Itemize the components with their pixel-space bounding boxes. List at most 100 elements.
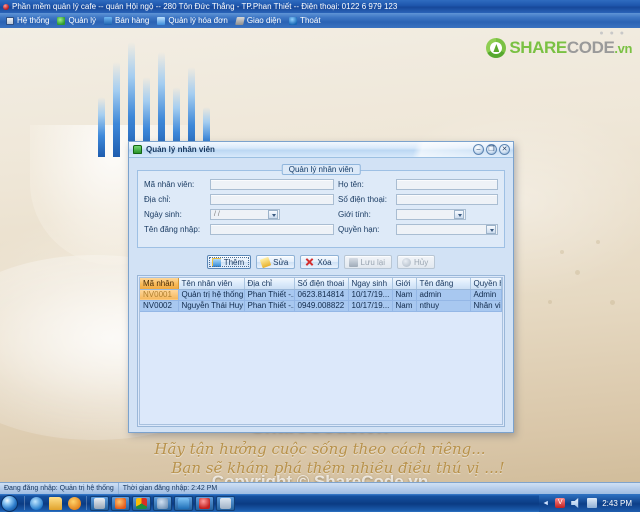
cell-gioi[interactable]: Nam [392,300,417,312]
mdi-client-area: ● ● ● SHARE CODE .vn Quản lý nhân viên –… [0,28,640,482]
menu-label: Quản lý hóa đơn [168,16,228,25]
combo-quyen-han[interactable] [396,224,498,235]
media-player-icon[interactable] [68,496,81,510]
cell-so-dien-thoai[interactable]: 0949.008822 [294,300,349,312]
recycle-logo-icon [486,38,507,58]
employee-table-body: NV0001 Quản trị hệ thống Phan Thiết -...… [140,289,502,312]
input-dia-chi[interactable] [210,194,334,205]
logo-code-text: CODE [566,38,615,57]
datepicker-ngay-sinh[interactable]: / / [210,209,280,220]
column-header-ma-nhan[interactable]: Mã nhân [140,278,179,290]
menu-item-ban-hang[interactable]: Bán hàng [101,13,154,28]
dialog-window-buttons: – ❐ ✕ [473,144,510,155]
app-icon [3,3,9,10]
maximize-button[interactable]: ❐ [486,144,497,155]
unikey-icon[interactable]: V [555,498,566,508]
start-button[interactable] [1,494,18,512]
close-button[interactable]: ✕ [499,144,510,155]
table-header-row: Mã nhân Tên nhân viên Địa chỉ Số điện th… [140,278,502,290]
employee-grid[interactable]: Mã nhân Tên nhân viên Địa chỉ Số điện th… [139,277,503,425]
groupbox-title: Quản lý nhân viên [281,164,361,175]
cell-gioi[interactable]: Nam [392,289,417,301]
file-explorer-icon[interactable] [49,496,62,510]
column-header-ngay-sinh[interactable]: Ngay sinh [348,278,393,290]
input-ten-dang-nhap[interactable] [210,224,334,235]
taskbar-clock[interactable]: 2:43 PM [600,499,637,508]
label-ho-ten: Họ tên: [338,180,364,189]
cell-quyen-han[interactable]: Nhân viên [470,300,502,312]
menu-item-quan-ly-hoa-don[interactable]: Quản lý hóa đơn [154,13,233,28]
employee-icon [133,145,142,154]
menu-item-quan-ly[interactable]: Quản lý [54,13,101,28]
taskbar-task-chrome[interactable] [132,495,151,511]
taskbar-divider [24,496,25,510]
taskbar-task-cafe-app[interactable] [195,495,214,511]
taskbar-task-skype[interactable] [174,495,193,511]
delete-button[interactable]: Xóa [300,255,339,269]
chevron-down-icon[interactable] [268,210,278,219]
sharecode-logo: SHARE CODE .vn [486,38,632,58]
label-gioi-tinh: Giới tính: [338,210,371,219]
table-row[interactable]: NV0001 Quản trị hệ thống Phan Thiết -...… [140,289,502,301]
column-header-so-dien-thoai[interactable]: Số điện thoai [294,278,349,290]
input-ho-ten[interactable] [396,179,498,190]
menu-label: Thoát [300,16,321,25]
menu-label: Quản lý [68,16,97,25]
cell-so-dien-thoai[interactable]: 0623.814814 [294,289,349,301]
chrome-icon [136,497,147,509]
taskbar-task-save-app[interactable] [90,495,109,511]
taskbar-task-window[interactable] [216,495,235,511]
cell-ma-nhan[interactable]: NV0002 [140,300,179,312]
taskbar-task-firefox[interactable] [111,495,130,511]
menu-item-thoat[interactable]: Thoát [286,13,325,28]
cell-quyen-han[interactable]: Admin [470,289,502,301]
taskbar-task-tool[interactable] [153,495,172,511]
minimize-icon: – [476,146,481,153]
column-header-gioi[interactable]: Giới [392,278,417,290]
invoice-icon [157,16,166,25]
combo-gioi-tinh[interactable] [396,209,466,220]
cancel-button-label: Hủy [414,257,429,267]
volume-icon[interactable] [571,498,579,508]
column-header-ten-nhan-vien[interactable]: Tên nhân viên [178,278,245,290]
employee-action-toolbar: Thêm Sửa Xóa Lưu lại Hủy [137,255,505,269]
cell-ten-dang[interactable]: admin [416,289,471,301]
input-so-dien-thoai[interactable] [396,194,498,205]
tool-icon [157,497,168,509]
cell-dia-chi[interactable]: Phan Thiết -... [244,289,295,301]
menu-item-giao-dien[interactable]: Giao diện [233,13,286,28]
save-icon [348,257,358,267]
dialog-body: Quản lý nhân viên Mã nhân viên: Họ tên: … [129,158,513,433]
chevron-down-icon[interactable] [486,225,496,234]
column-header-quyen-han[interactable]: Quyền han [470,278,502,290]
input-ma-nhan-vien[interactable] [210,179,334,190]
add-button[interactable]: Thêm [206,255,252,269]
column-header-dia-chi[interactable]: Địa chỉ [244,278,295,290]
cell-ngay-sinh[interactable]: 10/17/19... [348,300,393,312]
cell-ten-nhan-vien[interactable]: Quản trị hệ thống [178,289,245,301]
edit-button-label: Sửa [273,257,289,267]
status-login-user: Đang đăng nhập: Quản trị hệ thống [0,482,119,495]
chevron-down-icon[interactable] [454,210,464,219]
cell-ngay-sinh[interactable]: 10/17/19... [348,289,393,301]
show-hidden-icons-arrow[interactable]: ◄ [542,500,549,507]
cell-ten-dang[interactable]: nthuy [416,300,471,312]
menu-item-he-thong[interactable]: Hệ thống [3,13,54,28]
cell-dia-chi[interactable]: Phan Thiết -... [244,300,295,312]
table-row[interactable]: NV0002 Nguyễn Thái Huy Phan Thiết -... 0… [140,300,502,312]
employee-form-grid: Mã nhân viên: Họ tên: Địa chỉ: Số điện t… [144,179,498,235]
firefox-icon [115,497,126,509]
minimize-button[interactable]: – [473,144,484,155]
system-tray: ◄ V 2:43 PM [539,494,640,512]
cell-ten-nhan-vien[interactable]: Nguyễn Thái Huy [178,300,245,312]
column-header-ten-dang[interactable]: Tên đăng [416,278,471,290]
cafe-app-icon [199,497,210,509]
edit-button[interactable]: Sửa [256,255,296,269]
maximize-icon: ❐ [488,146,495,153]
cell-ma-nhan[interactable]: NV0001 [140,289,179,301]
dialog-titlebar[interactable]: Quản lý nhân viên – ❐ ✕ [129,142,513,158]
label-ngay-sinh: Ngày sinh: [144,210,182,219]
network-icon[interactable] [587,498,598,508]
main-menubar: Hệ thống Quản lý Bán hàng Quản lý hóa đơ… [0,13,640,28]
internet-explorer-icon[interactable] [30,496,43,510]
